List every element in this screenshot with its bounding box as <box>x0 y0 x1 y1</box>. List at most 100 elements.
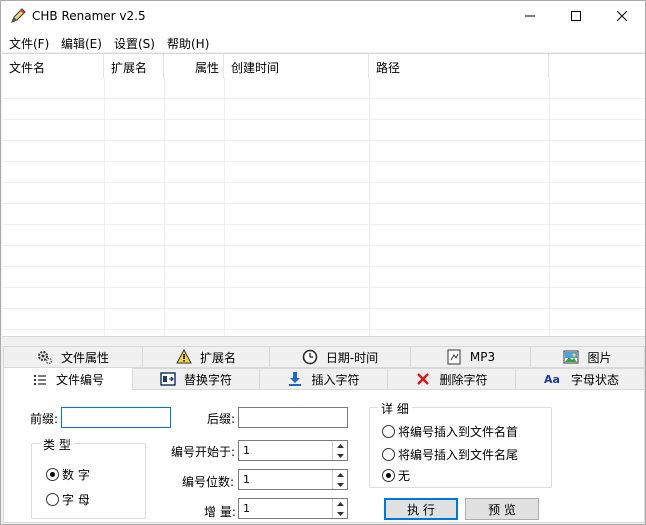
tab-label: 文件属性 <box>60 350 109 365</box>
radio-label: 无 <box>398 469 411 483</box>
detail-radio-prepend[interactable]: 将编号插入到文件名首 <box>382 423 518 440</box>
maximize-icon <box>571 11 581 21</box>
grid-line <box>549 78 550 336</box>
tab-date-time[interactable]: 日期-时间 <box>269 346 411 368</box>
radio-label: 数 字 <box>62 468 90 482</box>
type-radio-number[interactable]: 数 字 <box>46 466 90 483</box>
column-header-path[interactable]: 路径 <box>369 54 549 78</box>
tab-label: 日期-时间 <box>325 350 379 365</box>
grid-line <box>2 329 645 330</box>
radio-unselected-icon <box>382 448 395 461</box>
grid-line <box>2 182 645 183</box>
menu-edit[interactable]: 编辑(E) <box>61 35 102 52</box>
radio-label: 将编号插入到文件名尾 <box>398 448 519 462</box>
digits-label: 编号位数: <box>182 475 235 489</box>
type-radio-letter[interactable]: 字 母 <box>46 491 90 508</box>
window-title: CHB Renamer v2.5 <box>32 9 146 23</box>
detail-radio-append[interactable]: 将编号插入到文件名尾 <box>382 446 518 463</box>
radio-label: 将编号插入到文件名首 <box>398 425 519 439</box>
detail-group-title: 详 细 <box>378 400 412 417</box>
close-button[interactable] <box>599 1 645 31</box>
digits-value: 1 <box>243 473 250 486</box>
picture-icon <box>563 349 579 365</box>
music-file-icon <box>446 349 462 365</box>
type-group-title: 类 型 <box>40 436 74 453</box>
spin-down-icon[interactable] <box>333 480 347 489</box>
spin-down-icon[interactable] <box>333 451 347 460</box>
digits-spinner[interactable]: 1 <box>238 469 348 490</box>
column-header-filler <box>549 54 645 78</box>
detail-radio-none[interactable]: 无 <box>382 467 410 484</box>
tab-file-attributes[interactable]: 文件属性 <box>3 346 143 368</box>
execute-button[interactable]: 执 行 <box>384 498 458 520</box>
tab-label: 扩展名 <box>199 350 236 365</box>
spinner-arrows[interactable] <box>332 441 347 460</box>
minimize-button[interactable] <box>507 1 553 31</box>
column-header-attributes[interactable]: 属性 <box>164 54 224 78</box>
increment-spinner[interactable]: 1 <box>238 498 348 519</box>
increment-value: 1 <box>243 502 250 515</box>
grid-line <box>2 287 645 288</box>
title-bar[interactable]: CHB Renamer v2.5 <box>1 1 645 31</box>
file-list[interactable]: 文件名 扩展名 属性 创建时间 路径 <box>2 53 645 337</box>
column-header-filename[interactable]: 文件名 <box>2 54 104 78</box>
tab-label: 插入字符 <box>311 372 360 387</box>
radio-selected-icon <box>46 468 59 481</box>
spin-up-icon[interactable] <box>333 470 347 479</box>
prefix-input[interactable] <box>61 407 171 428</box>
gears-icon <box>37 349 53 365</box>
tab-file-numbering[interactable]: 文件编号 <box>3 367 133 391</box>
start-spinner[interactable]: 1 <box>238 440 348 461</box>
tab-extension[interactable]: 扩展名 <box>142 346 270 368</box>
grid-line <box>2 245 645 246</box>
grid-line <box>104 78 105 336</box>
app-window: CHB Renamer v2.5 文件(F) 编辑(E) 设置(S) 帮助(H)… <box>0 0 646 525</box>
tab-label: 删除字符 <box>439 372 488 387</box>
pencil-rename-icon <box>9 7 27 25</box>
grid-line <box>2 203 645 204</box>
tab-label: 图片 <box>587 350 612 365</box>
menu-file[interactable]: 文件(F) <box>9 35 49 52</box>
menu-bar: 文件(F) 编辑(E) 设置(S) 帮助(H) <box>1 31 645 52</box>
grid-line <box>2 224 645 225</box>
spinner-arrows[interactable] <box>332 470 347 489</box>
grid-line <box>2 98 645 99</box>
tab-delete-chars[interactable]: 删除字符 <box>387 368 516 390</box>
spinner-arrows[interactable] <box>332 499 347 518</box>
tab-replace-chars[interactable]: 替换字符 <box>132 368 260 390</box>
warning-icon <box>176 349 192 365</box>
clock-icon <box>302 349 318 365</box>
spin-up-icon[interactable] <box>333 499 347 508</box>
prefix-label: 前缀: <box>30 412 59 426</box>
insert-arrow-icon <box>287 371 303 387</box>
maximize-button[interactable] <box>553 1 599 31</box>
column-header-created[interactable]: 创建时间 <box>224 54 369 78</box>
grid-line <box>2 119 645 120</box>
detail-group: 详 细 将编号插入到文件名首 将编号插入到文件名尾 无 <box>369 400 552 488</box>
grid-line <box>2 266 645 267</box>
start-value: 1 <box>243 444 250 457</box>
menu-help[interactable]: 帮助(H) <box>167 35 209 52</box>
suffix-input[interactable] <box>238 407 348 428</box>
tab-label: 文件编号 <box>55 373 104 387</box>
tab-insert-chars[interactable]: 插入字符 <box>259 368 388 390</box>
spin-up-icon[interactable] <box>333 441 347 450</box>
radio-unselected-icon <box>382 425 395 438</box>
type-group: 类 型 数 字 字 母 <box>31 436 146 519</box>
start-label: 编号开始于: <box>171 445 236 459</box>
column-header-extension[interactable]: 扩展名 <box>104 54 164 78</box>
tab-label: MP3 <box>469 350 496 364</box>
tab-label: 字母状态 <box>570 372 619 387</box>
tab-mp3[interactable]: MP3 <box>410 346 531 368</box>
close-icon <box>617 11 627 21</box>
spin-down-icon[interactable] <box>333 509 347 518</box>
menu-settings[interactable]: 设置(S) <box>114 35 155 52</box>
preview-button[interactable]: 预 览 <box>465 498 539 520</box>
grid-line <box>2 161 645 162</box>
replace-icon <box>160 371 176 387</box>
suffix-label: 后缀: <box>207 412 236 426</box>
grid-line <box>224 78 225 336</box>
tab-letter-case[interactable]: Aa 字母状态 <box>515 368 645 390</box>
tab-picture[interactable]: 图片 <box>530 346 645 368</box>
grid-line <box>2 140 645 141</box>
